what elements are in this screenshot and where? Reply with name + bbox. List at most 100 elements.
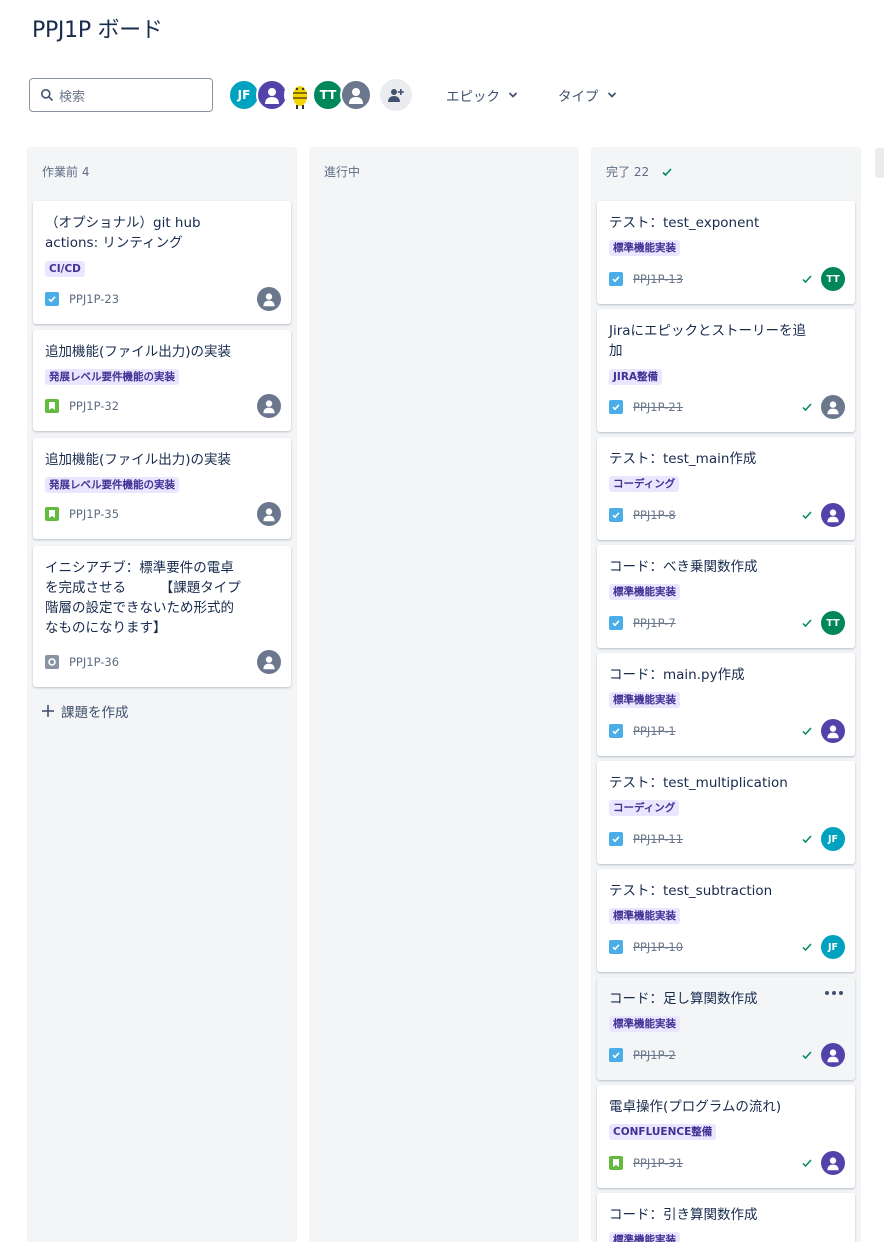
resolved-check-icon: [802, 403, 812, 412]
issue-card[interactable]: テスト：test_exponent 標準機能実装 PPJ1P-13 TT: [597, 201, 855, 304]
assignee-avatar[interactable]: [257, 394, 281, 418]
task-icon: [609, 616, 623, 630]
issue-key[interactable]: PPJ1P-1: [633, 724, 676, 738]
epic-filter[interactable]: エピック: [446, 78, 518, 112]
epic-label: CI/CD: [45, 261, 85, 277]
resolved-check-icon: [802, 619, 812, 628]
assignee-avatar[interactable]: [257, 502, 281, 526]
issue-key[interactable]: PPJ1P-10: [633, 940, 683, 954]
issue-key[interactable]: PPJ1P-35: [69, 507, 119, 521]
issue-key[interactable]: PPJ1P-31: [633, 1156, 683, 1170]
person-icon: [265, 88, 279, 104]
task-icon: [609, 400, 623, 414]
issue-card[interactable]: テスト：test_subtraction 標準機能実装 PPJ1P-10 JF: [597, 869, 855, 972]
assignee-avatar[interactable]: [821, 1043, 845, 1067]
add-people-button[interactable]: [380, 79, 412, 111]
issue-card[interactable]: 電卓操作(プログラムの流れ) CONFLUENCE整備 PPJ1P-31: [597, 1085, 855, 1188]
issue-card[interactable]: イニシアチブ：標準要件の電卓を完成させる 【課題タイプ階層の設定できないため形式…: [33, 546, 291, 687]
card-title: テスト：test_multiplication: [609, 775, 788, 791]
type-filter-label: タイプ: [558, 89, 599, 105]
epic-label: 標準機能実装: [609, 692, 680, 708]
epic-label: 標準機能実装: [609, 584, 680, 600]
assignee-avatar[interactable]: [257, 650, 281, 674]
issue-key[interactable]: PPJ1P-23: [69, 292, 119, 306]
person-icon: [263, 293, 275, 307]
type-filter[interactable]: タイプ: [558, 78, 617, 112]
assignee-avatar[interactable]: TT: [821, 267, 845, 291]
card-footer: PPJ1P-35: [45, 502, 281, 526]
issue-card[interactable]: Jiraにエピックとストーリーを追加 JIRA整備 PPJ1P-21: [597, 309, 855, 432]
issue-key[interactable]: PPJ1P-7: [633, 616, 676, 630]
card-footer: PPJ1P-8: [609, 503, 845, 527]
card-title: 電卓操作(プログラムの流れ): [609, 1099, 782, 1115]
card-title: コード：足し算関数作成: [609, 991, 758, 1007]
card-title: Jiraにエピックとストーリーを追加: [609, 323, 807, 359]
assignee-avatar[interactable]: TT: [821, 611, 845, 635]
assignee-avatar[interactable]: JF: [821, 935, 845, 959]
resolved-check-icon: [802, 1159, 812, 1168]
card-more-actions-button[interactable]: [825, 991, 843, 995]
assignee-avatar[interactable]: [257, 287, 281, 311]
subtask-icon: [45, 655, 59, 669]
resolved-check-icon: [802, 1051, 812, 1060]
page-title: PPJ1P ボード: [32, 18, 163, 43]
epic-label: 発展レベル要件機能の実装: [45, 477, 179, 493]
card-footer: PPJ1P-1: [609, 719, 845, 743]
avatar-initials: JF: [827, 833, 839, 845]
epic-label: 発展レベル要件機能の実装: [45, 369, 179, 385]
person-icon: [827, 509, 839, 523]
assignee-avatar[interactable]: [821, 719, 845, 743]
card-footer: PPJ1P-23: [45, 287, 281, 311]
epic-label: コーディング: [609, 476, 680, 492]
issue-card[interactable]: コード：main.py作成 標準機能実装 PPJ1P-1: [597, 653, 855, 756]
avatar-unassigned[interactable]: [340, 79, 372, 111]
issue-card[interactable]: コード：べき乗関数作成 標準機能実装 PPJ1P-7 TT: [597, 545, 855, 648]
card-footer: PPJ1P-10 JF: [609, 935, 845, 959]
resolved-check-icon: [802, 943, 812, 952]
issue-card[interactable]: （オプショナル）git hub actions: リンティング CI/CD PP…: [33, 201, 291, 324]
avatar-initials: TT: [826, 617, 840, 629]
assignee-avatar[interactable]: JF: [821, 827, 845, 851]
issue-key[interactable]: PPJ1P-13: [633, 272, 683, 286]
person-icon: [349, 88, 363, 104]
card-footer: PPJ1P-31: [609, 1151, 845, 1175]
card-footer: PPJ1P-32: [45, 394, 281, 418]
task-icon: [609, 832, 623, 846]
issue-key[interactable]: PPJ1P-2: [633, 1048, 676, 1062]
issue-key[interactable]: PPJ1P-8: [633, 508, 676, 522]
assignee-avatar[interactable]: [821, 395, 845, 419]
person-icon: [263, 508, 275, 522]
card-title: 追加機能(ファイル出力)の実装: [45, 344, 232, 360]
issue-key[interactable]: PPJ1P-11: [633, 832, 683, 846]
card-footer: PPJ1P-21: [609, 395, 845, 419]
card-title: テスト：test_subtraction: [609, 883, 773, 899]
avatar-initials: TT: [826, 273, 840, 285]
column-title: 進行中: [324, 165, 361, 179]
column-header: 作業前 4: [42, 163, 89, 180]
issue-card[interactable]: コード：引き算関数作成 標準機能実装: [597, 1193, 855, 1242]
task-icon: [609, 940, 623, 954]
resolved-check-icon: [802, 275, 812, 284]
search-input[interactable]: 検索: [29, 78, 213, 112]
card-title: テスト：test_main作成: [609, 451, 757, 467]
issue-key[interactable]: PPJ1P-32: [69, 399, 119, 413]
person-icon: [827, 1049, 839, 1063]
issue-card[interactable]: テスト：test_multiplication コーディング PPJ1P-11 JF: [597, 761, 855, 864]
issue-card[interactable]: 追加機能(ファイル出力)の実装 発展レベル要件機能の実装 PPJ1P-32: [33, 330, 291, 431]
task-icon: [609, 272, 623, 286]
issue-card[interactable]: 追加機能(ファイル出力)の実装 発展レベル要件機能の実装 PPJ1P-35: [33, 438, 291, 539]
search-placeholder: 検索: [59, 89, 86, 105]
assignee-avatar[interactable]: [821, 503, 845, 527]
issue-card[interactable]: コード：足し算関数作成 標準機能実装 PPJ1P-2: [597, 977, 855, 1080]
resolved-check-icon: [802, 511, 812, 520]
issue-key[interactable]: PPJ1P-36: [69, 655, 119, 669]
assignee-avatar[interactable]: [821, 1151, 845, 1175]
task-icon: [609, 1048, 623, 1062]
card-title: （オプショナル）git hub actions: リンティング: [45, 215, 201, 251]
create-issue-button[interactable]: 課題を作成: [41, 701, 129, 721]
epic-label: JIRA整備: [609, 369, 663, 385]
issue-card[interactable]: テスト：test_main作成 コーディング PPJ1P-8: [597, 437, 855, 540]
create-column-button[interactable]: [875, 148, 884, 178]
assignee-filter: JF TT: [228, 78, 412, 112]
issue-key[interactable]: PPJ1P-21: [633, 400, 683, 414]
